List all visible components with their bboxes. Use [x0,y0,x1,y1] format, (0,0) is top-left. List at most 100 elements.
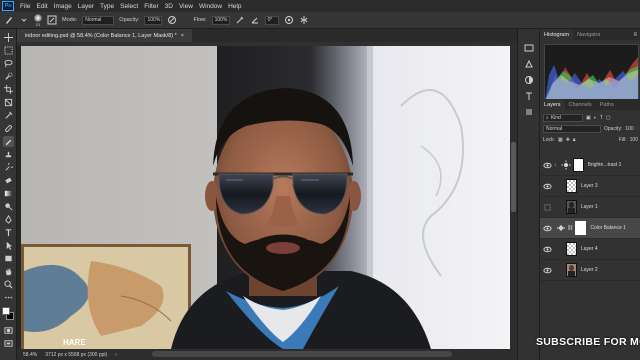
lock-all-icon[interactable]: 🔒︎ [573,137,576,143]
eye-icon[interactable] [543,266,552,275]
menu-edit[interactable]: Edit [33,3,50,10]
eyedropper-tool-icon[interactable] [3,110,14,121]
menu-file[interactable]: File [17,3,33,10]
vertical-scrollbar-thumb[interactable] [511,142,516,212]
tab-histogram[interactable]: Histogram [540,29,574,40]
crop-tool-icon[interactable] [3,84,14,95]
menu-window[interactable]: Window [196,3,225,10]
lasso-tool-icon[interactable] [3,58,14,69]
airbrush-icon[interactable] [235,15,245,25]
layer-row[interactable]: Layer 4 [540,239,640,260]
path-selection-tool-icon[interactable] [3,240,14,251]
menu-type[interactable]: Type [97,3,117,10]
zoom-level[interactable]: 58.4% [23,352,37,358]
brush-tool-preset-icon[interactable] [4,15,14,25]
menu-filter[interactable]: Filter [141,3,161,10]
dodge-tool-icon[interactable] [3,201,14,212]
lock-pixels-icon[interactable]: ▦ [558,137,563,143]
filter-pixel-icon[interactable]: ▣ [586,115,591,121]
opacity-field[interactable]: 100% [144,15,163,25]
brush-size-picker[interactable]: 21 [34,13,42,27]
properties-panel-icon[interactable] [524,107,534,117]
symmetry-icon[interactable] [299,15,309,25]
document-tab[interactable]: indoor editing.psd @ 58.4% (Color Balanc… [17,29,192,42]
blend-mode-select[interactable]: Normal [543,124,601,133]
history-panel-icon[interactable] [524,43,534,53]
color-swatches[interactable] [2,307,15,321]
tab-channels[interactable]: Channels [565,99,596,110]
menu-image[interactable]: Image [51,3,75,10]
eye-icon[interactable] [543,245,552,254]
quick-mask-icon[interactable] [3,325,14,336]
tab-layers[interactable]: Layers [540,99,565,110]
filter-type-icon[interactable]: T [600,115,603,121]
link-icon[interactable]: ⛓︎ [567,225,573,231]
horizontal-scrollbar-thumb[interactable] [152,351,452,357]
chevron-down-icon[interactable] [19,15,29,25]
opacity-value[interactable]: 100 [625,126,633,132]
layer-row[interactable]: ↓ Brightn...trast 1 [540,155,640,176]
document-info[interactable]: 3712 px x 5568 px (300 ppi) [45,352,107,358]
filter-shape-icon[interactable]: ▢ [606,115,611,121]
tab-navigator[interactable]: Navigator [573,29,605,40]
eye-icon[interactable] [543,182,552,191]
angle-field[interactable]: 0° [264,15,279,25]
marquee-tool-icon[interactable] [3,45,14,56]
layer-row[interactable]: Layer 2 [540,260,640,281]
pressure-size-icon[interactable] [284,15,294,25]
kind-filter-select[interactable]: ⌕ Kind [543,113,583,122]
frame-tool-icon[interactable] [3,97,14,108]
menu-3d[interactable]: 3D [162,3,176,10]
tab-paths[interactable]: Paths [596,99,618,110]
mode-select[interactable]: Normal [82,15,115,25]
layer-row[interactable]: Layer 3 [540,176,640,197]
lock-position-icon[interactable]: ✥ [566,137,570,143]
menu-help[interactable]: Help [225,3,244,10]
gradient-tool-icon[interactable] [3,188,14,199]
menu-layer[interactable]: Layer [75,3,97,10]
move-tool-icon[interactable] [3,32,14,43]
status-bar: 58.4% 3712 px x 5568 px (300 ppi) › [17,349,517,360]
layer-mask-thumbnail[interactable] [572,158,584,172]
adjustments-panel-icon[interactable] [524,75,534,85]
foreground-color-swatch[interactable] [2,307,10,315]
brush-tool-icon[interactable] [3,136,14,147]
eye-icon[interactable] [543,224,552,233]
vertical-scrollbar[interactable] [510,42,517,349]
eraser-tool-icon[interactable] [3,175,14,186]
eye-icon[interactable] [543,161,552,170]
layer-thumbnail[interactable] [566,263,577,277]
hand-tool-icon[interactable] [3,266,14,277]
quick-selection-tool-icon[interactable] [3,71,14,82]
menu-view[interactable]: View [176,3,196,10]
fill-value[interactable]: 100 [630,137,638,143]
pressure-opacity-icon[interactable] [167,15,177,25]
clone-stamp-tool-icon[interactable] [3,149,14,160]
document-canvas[interactable]: HARE [21,46,510,349]
close-tab-icon[interactable]: × [181,33,184,39]
healing-brush-tool-icon[interactable] [3,123,14,134]
layer-thumbnail[interactable] [566,200,577,214]
rectangle-tool-icon[interactable] [3,253,14,264]
status-chevron-icon[interactable]: › [115,352,117,358]
menu-select[interactable]: Select [117,3,141,10]
layer-thumbnail[interactable] [566,242,577,256]
layer-mask-thumbnail[interactable] [575,221,587,235]
panel-menu-icon[interactable]: ≡ [633,32,637,38]
history-brush-tool-icon[interactable] [3,162,14,173]
character-panel-icon[interactable] [524,91,534,101]
eye-hidden-icon[interactable] [543,203,552,212]
layer-row-selected[interactable]: ⛓︎ Color Balance 1 [540,218,640,239]
libraries-panel-icon[interactable] [524,59,534,69]
filter-adjustment-icon[interactable]: ◐ [594,115,597,121]
more-tools-icon[interactable] [3,292,14,303]
layer-thumbnail[interactable] [566,179,577,193]
screen-mode-icon[interactable] [3,338,14,349]
zoom-tool-icon[interactable] [3,279,14,290]
flow-field[interactable]: 100% [211,15,230,25]
type-tool-icon[interactable] [3,227,14,238]
opacity-label: Opacity: [119,17,140,23]
brush-settings-icon[interactable] [47,15,57,25]
pen-tool-icon[interactable] [3,214,14,225]
layer-row[interactable]: Layer 1 [540,197,640,218]
